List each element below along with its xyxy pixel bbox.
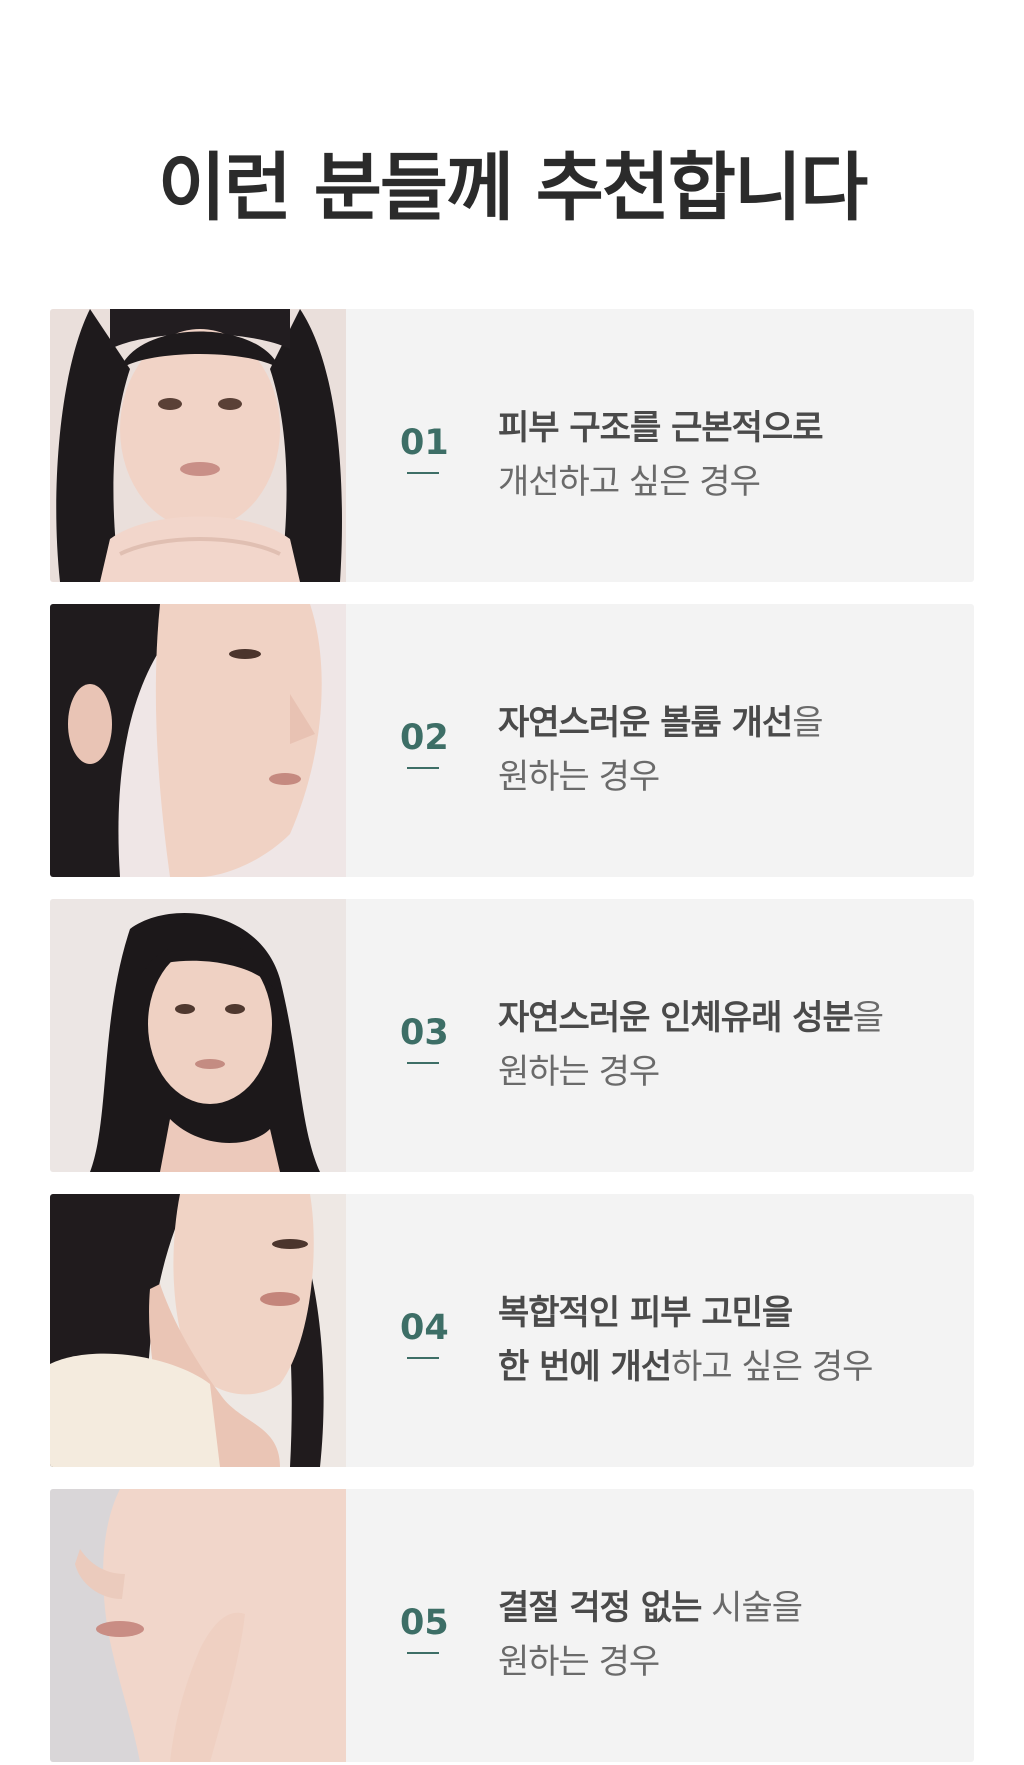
item-description: 결절 걱정 없는 시술을 원하는 경우 (498, 1588, 803, 1682)
list-item: 01 피부 구조를 근본적으로 개선하고 싶은 경우 (50, 309, 974, 582)
number-underline (407, 767, 439, 769)
number-underline (407, 1062, 439, 1064)
item-number: 03 (400, 1013, 449, 1053)
number-underline (407, 1357, 439, 1359)
list-item: 04 복합적인 피부 고민을 한 번에 개선하고 싶은 경우 (50, 1194, 974, 1467)
recommendation-page: 이런 분들께 추천합니다 01 피부 구조를 근본적으로 개선하고 싶은 경우 … (0, 0, 1024, 1765)
item-number: 01 (400, 423, 449, 463)
item-description: 자연스러운 볼륨 개선을 원하는 경우 (498, 703, 823, 797)
item-number: 05 (400, 1603, 449, 1643)
item-number: 02 (400, 718, 449, 758)
page-title: 이런 분들께 추천합니다 (157, 145, 868, 231)
item-number: 04 (400, 1308, 449, 1348)
model-photo (50, 309, 346, 582)
item-description: 복합적인 피부 고민을 한 번에 개선하고 싶은 경우 (498, 1293, 873, 1387)
recommendation-list: 01 피부 구조를 근본적으로 개선하고 싶은 경우 02 자연스러운 볼륨 개… (50, 309, 974, 1762)
model-photo (50, 1194, 346, 1467)
item-description: 피부 구조를 근본적으로 개선하고 싶은 경우 (498, 408, 823, 502)
list-item: 05 결절 걱정 없는 시술을 원하는 경우 (50, 1489, 974, 1762)
model-photo (50, 899, 346, 1172)
item-description: 자연스러운 인체유래 성분을 원하는 경우 (498, 998, 884, 1092)
list-item: 02 자연스러운 볼륨 개선을 원하는 경우 (50, 604, 974, 877)
number-underline (407, 472, 439, 474)
list-item: 03 자연스러운 인체유래 성분을 원하는 경우 (50, 899, 974, 1172)
model-photo (50, 604, 346, 877)
model-photo (50, 1489, 346, 1762)
number-underline (407, 1652, 439, 1654)
